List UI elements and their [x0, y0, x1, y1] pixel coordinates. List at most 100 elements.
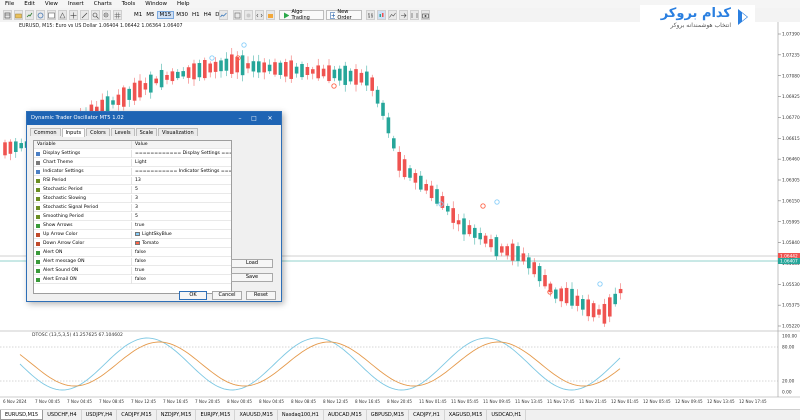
param-value[interactable]: 3	[135, 195, 138, 203]
templates-icon[interactable]	[233, 10, 242, 20]
time-label: 8 Nov 12:45	[323, 399, 348, 404]
param-value[interactable]: 5	[135, 213, 138, 221]
market-icon[interactable]	[266, 10, 275, 20]
load-button[interactable]: Load	[231, 259, 273, 268]
zoom-out-icon[interactable]	[102, 10, 111, 20]
cancel-button[interactable]: Cancel	[212, 291, 242, 300]
param-value[interactable]: true	[135, 267, 144, 275]
param-value[interactable]: 13	[135, 177, 141, 185]
line-tool-icon[interactable]	[80, 10, 89, 20]
input-row[interactable]: Stochastic Signal Period 3	[34, 204, 231, 212]
save-button[interactable]: Save	[231, 273, 273, 282]
new-chart-icon[interactable]	[3, 10, 12, 20]
param-value[interactable]: Tomato	[135, 240, 159, 248]
menu-help[interactable]: Help	[172, 1, 195, 7]
param-value[interactable]: 3	[135, 204, 138, 212]
current-price-label: 1.06407	[780, 259, 798, 265]
input-row[interactable]: Up Arrow Color LightSkyBlue	[34, 231, 231, 239]
menu-edit[interactable]: Edit	[19, 1, 40, 7]
candle-chart-icon[interactable]	[377, 10, 386, 20]
menu-view[interactable]: View	[40, 1, 63, 7]
tab-inputs[interactable]: Inputs	[61, 128, 86, 137]
input-row[interactable]: Smoothing Period 5	[34, 213, 231, 221]
input-row[interactable]: Alert Sound ON true	[34, 267, 231, 275]
navigator-icon[interactable]	[36, 10, 45, 20]
tab-common[interactable]: Common	[30, 128, 61, 136]
input-row[interactable]: Indicator Settings =========== Indicator …	[34, 168, 231, 176]
tester-icon[interactable]	[58, 10, 67, 20]
tab-scale[interactable]: Scale	[135, 128, 158, 136]
crosshair-icon[interactable]	[69, 10, 78, 20]
screenshot-icon[interactable]	[421, 10, 430, 20]
menu-file[interactable]: File	[0, 1, 19, 7]
timeframe-m1[interactable]: M1	[132, 12, 144, 18]
close-icon[interactable]: ✕	[265, 114, 275, 123]
menu-window[interactable]: Window	[140, 1, 172, 7]
tab-colors[interactable]: Colors	[86, 128, 110, 136]
timeframe-m15[interactable]: M15	[156, 11, 175, 19]
candle-body	[543, 275, 547, 287]
algo-trading-button[interactable]: Algo Trading	[279, 9, 324, 21]
input-row[interactable]: Stochastic Period 5	[34, 186, 231, 194]
tab-visualization[interactable]: Visualization	[158, 128, 198, 136]
autoscroll-icon[interactable]	[399, 10, 408, 20]
param-value[interactable]: 5	[135, 186, 138, 194]
input-row[interactable]: Alert Email ON false	[34, 276, 231, 284]
candle-body	[170, 71, 175, 82]
param-value[interactable]: false	[135, 276, 146, 284]
param-value[interactable]: false	[135, 249, 146, 257]
ok-button[interactable]: OK	[179, 291, 207, 300]
zoom-in-icon[interactable]	[91, 10, 100, 20]
input-row[interactable]: Show Arrows true	[34, 222, 231, 230]
param-value[interactable]: Light	[135, 159, 146, 167]
timeframe-h4[interactable]: H4	[202, 12, 214, 18]
menu-insert[interactable]: Insert	[63, 1, 89, 7]
maximize-icon[interactable]: □	[249, 114, 259, 123]
column-divider	[131, 213, 132, 221]
osc-level-label: 20.00	[782, 379, 795, 385]
param-value[interactable]: =========== Indicator Settings ======	[135, 168, 231, 176]
timeframe-m30[interactable]: M30	[174, 12, 190, 18]
candle-body	[213, 61, 218, 72]
ide-icon[interactable]	[255, 10, 264, 20]
reset-button[interactable]: Reset	[246, 291, 276, 300]
terminal-icon[interactable]	[47, 10, 56, 20]
new-order-button[interactable]: New Order	[326, 9, 362, 21]
menu-tools[interactable]: Tools	[117, 1, 141, 7]
chart-shift-icon[interactable]	[410, 10, 419, 20]
input-row[interactable]: Alert message ON false	[34, 258, 231, 266]
input-row[interactable]: Down Arrow Color Tomato	[34, 240, 231, 248]
price-label: 1.07080	[782, 73, 800, 79]
input-row[interactable]: Alert ON false	[34, 249, 231, 257]
minimize-icon[interactable]: –	[235, 114, 245, 123]
input-row[interactable]: Stochastic Slowing 3	[34, 195, 231, 203]
tab-levels[interactable]: Levels	[110, 128, 135, 136]
param-value[interactable]: ============ Display Settings ======	[135, 150, 231, 158]
column-divider	[131, 150, 132, 158]
candle-body	[613, 293, 617, 305]
profiles-icon[interactable]	[14, 10, 23, 20]
bar-chart-icon[interactable]	[366, 10, 375, 20]
line-chart-icon[interactable]	[388, 10, 397, 20]
timeframe-h1[interactable]: H1	[190, 12, 202, 18]
param-value[interactable]: true	[135, 222, 144, 230]
param-value-text: Light	[135, 160, 147, 165]
param-value[interactable]: LightSkyBlue	[135, 231, 172, 239]
menu-charts[interactable]: Charts	[89, 1, 117, 7]
input-row[interactable]: Chart Theme Light	[34, 159, 231, 167]
param-value[interactable]: false	[135, 258, 146, 266]
dialog-titlebar[interactable]: Dynamic Trader Oscillator MT5 1.02 – □ ✕	[27, 112, 281, 125]
input-row[interactable]: RSI Period 13	[34, 177, 231, 185]
timeframe-m5[interactable]: M5	[144, 12, 156, 18]
time-label: 11 Nov 05:45	[451, 399, 479, 404]
time-label: 11 Nov 21:45	[579, 399, 607, 404]
grid-icon[interactable]	[113, 10, 122, 20]
kodam-broker-logo: کدام بروکر انتخاب هوشمندانه بروکر	[640, 5, 755, 31]
indicator-icon[interactable]	[219, 10, 228, 20]
param-name: Stochastic Signal Period	[43, 205, 99, 210]
market-watch-icon[interactable]	[25, 10, 34, 20]
candle-body	[143, 83, 148, 90]
objects-icon[interactable]	[244, 10, 253, 20]
input-row[interactable]: Display Settings ============ Display Set…	[34, 150, 231, 158]
price-label: 1.05995	[782, 219, 800, 225]
